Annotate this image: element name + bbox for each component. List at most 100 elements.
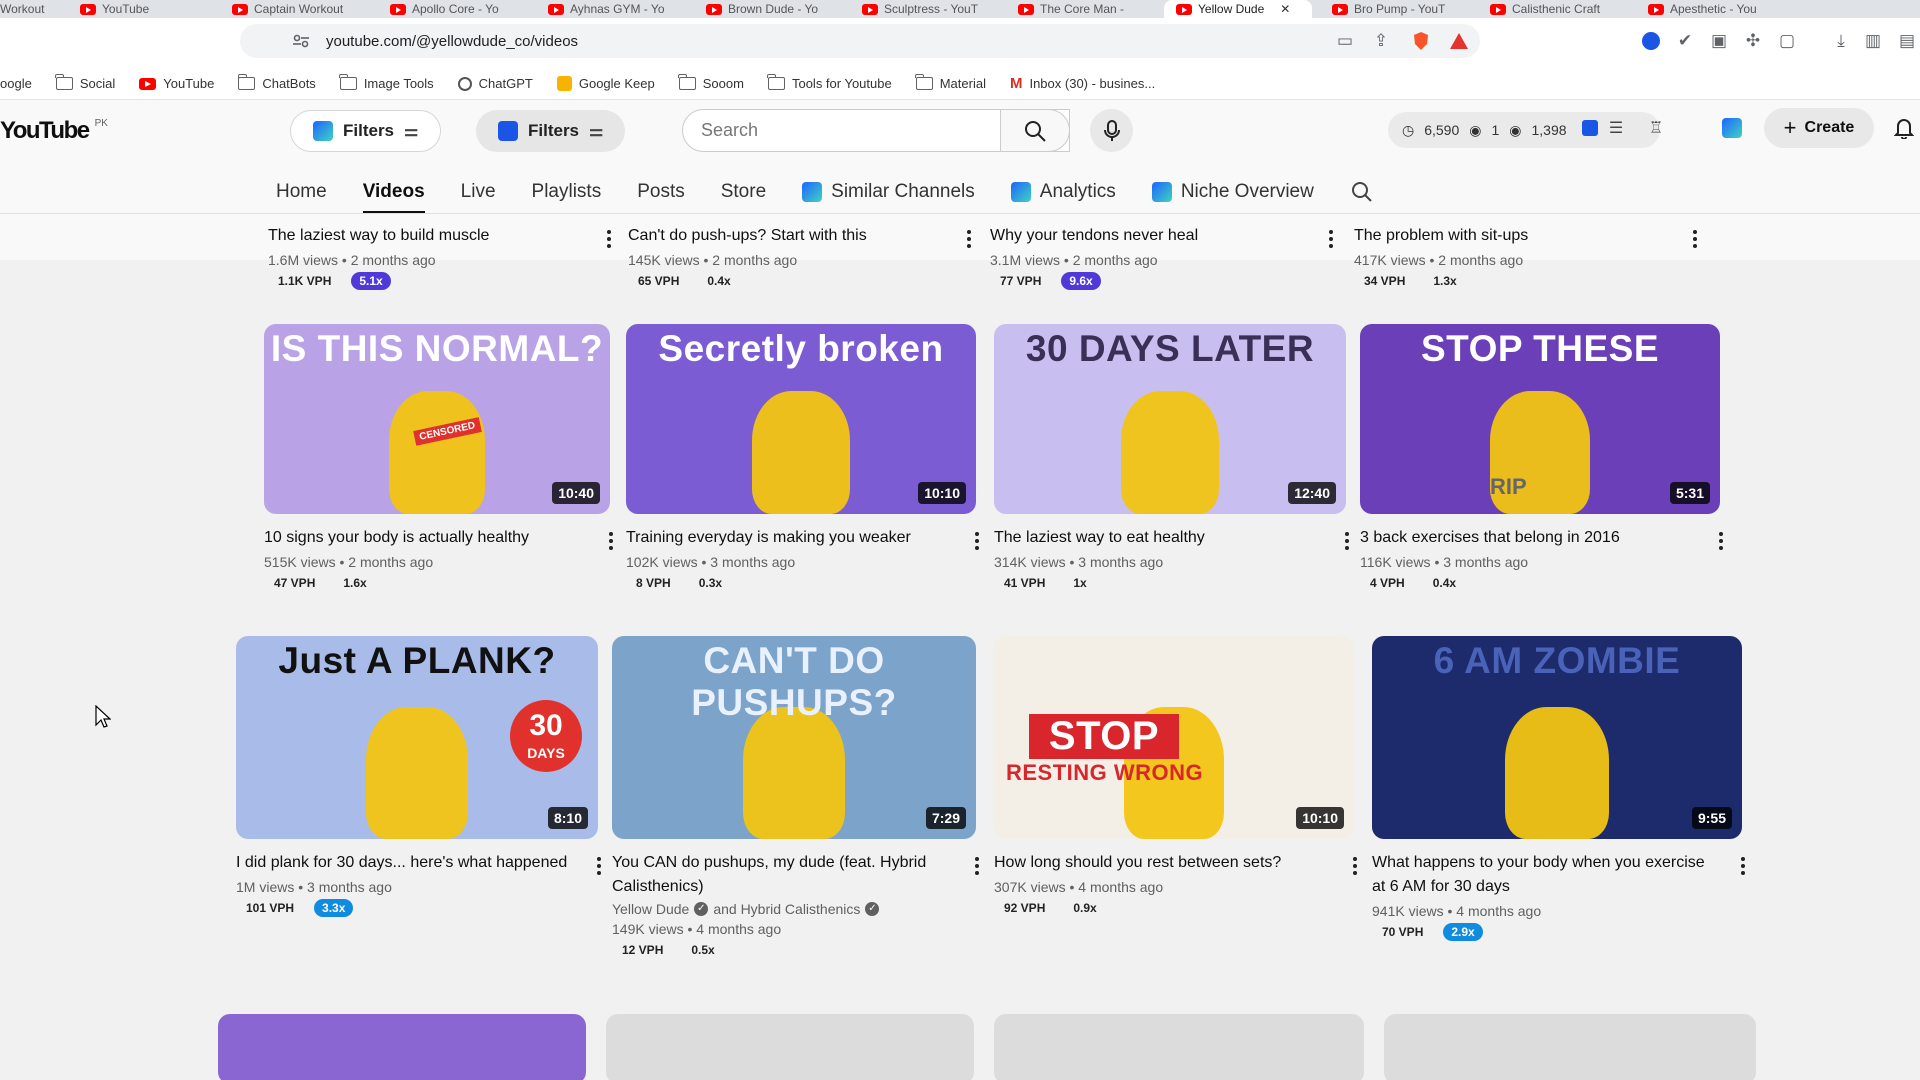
vidiq-icon[interactable] <box>1578 116 1602 140</box>
video-thumbnail[interactable]: STOP RESTING WRONG 10:10 <box>994 636 1354 839</box>
close-tab-icon[interactable]: ✕ <box>1280 2 1290 16</box>
bookmark-google-keep[interactable]: Google Keep <box>556 76 655 91</box>
browser-tab[interactable]: YouTube <box>80 0 230 18</box>
check-extension-icon[interactable]: ✔ <box>1674 30 1696 52</box>
video-thumbnail[interactable]: STOP THESE RIP 5:31 <box>1360 324 1720 514</box>
sidebar-icon[interactable]: ▥ <box>1862 30 1884 52</box>
search-button[interactable] <box>1000 109 1070 152</box>
video-card[interactable]: 6 AM ZOMBIE 9:55 What happens to your body… <box>1372 636 1756 941</box>
video-title[interactable]: 10 signs your body is actually healthy <box>264 526 624 550</box>
video-thumbnail[interactable]: Secretly broken 10:10 <box>626 324 976 514</box>
list-icon[interactable]: ☰ <box>1604 116 1628 140</box>
browser-tab[interactable]: Calisthenic Craft <box>1490 0 1640 18</box>
more-options-icon[interactable] <box>1344 532 1350 550</box>
tab-posts[interactable]: Posts <box>637 170 685 214</box>
screenshot-icon[interactable]: ▢ <box>1776 30 1798 52</box>
more-options-icon[interactable] <box>596 857 602 875</box>
video-title[interactable]: You CAN do pushups, my dude (feat. Hybri… <box>612 851 990 899</box>
more-options-icon[interactable] <box>606 230 612 248</box>
video-card[interactable]: The laziest way to build muscle 1.6M view… <box>268 212 622 290</box>
video-card[interactable]: STOP RESTING WRONG 10:10 How long should yo… <box>994 636 1368 917</box>
bookmark-google[interactable]: oogle <box>0 76 32 91</box>
video-card[interactable]: Secretly broken 10:10 Training everyday is… <box>626 324 990 592</box>
channel-name[interactable]: Yellow Dude <box>612 901 689 917</box>
brave-rewards-icon[interactable] <box>1448 30 1470 52</box>
bookmark-material[interactable]: Material <box>915 74 986 91</box>
video-thumbnail[interactable]: IS THIS NORMAL? CENSORED 10:40 <box>264 324 610 514</box>
filters-button-1[interactable]: Filters ⚌ <box>290 110 442 152</box>
bookmark-tools-for-youtube[interactable]: Tools for Youtube <box>767 74 892 91</box>
brave-shield-icon[interactable] <box>1410 30 1432 52</box>
tab-videos[interactable]: Videos <box>362 170 425 214</box>
video-card[interactable]: 30 DAYS LATER 12:40 The laziest way to eat… <box>994 324 1360 592</box>
video-title[interactable]: How long should you rest between sets? <box>994 851 1368 875</box>
video-card[interactable]: STOP THESE RIP 5:31 3 back exercises that b… <box>1360 324 1734 592</box>
extension-icon[interactable]: ▣ <box>1708 30 1730 52</box>
site-settings-icon[interactable] <box>290 30 312 52</box>
more-options-icon[interactable] <box>608 532 614 550</box>
more-options-icon[interactable] <box>974 857 980 875</box>
video-card[interactable]: IS THIS NORMAL? CENSORED 10:40 10 signs you… <box>264 324 624 592</box>
browser-tab[interactable]: Brown Dude - Yo <box>706 0 856 18</box>
tab-niche-overview[interactable]: Niche Overview <box>1151 170 1314 214</box>
more-options-icon[interactable] <box>974 532 980 550</box>
share-icon[interactable]: ⇪ <box>1370 30 1392 52</box>
browser-tab[interactable]: Captain Workout <box>232 0 382 18</box>
video-thumbnail[interactable]: 6 AM ZOMBIE 9:55 <box>1372 636 1742 839</box>
browser-tab[interactable]: The Core Man - <box>1018 0 1168 18</box>
more-options-icon[interactable] <box>1352 857 1358 875</box>
video-thumbnail[interactable]: 30 DAYS LATER 12:40 <box>994 324 1346 514</box>
download-icon[interactable]: ⤓ <box>1830 30 1852 52</box>
video-title[interactable]: I did plank for 30 days... here's what h… <box>236 851 612 875</box>
browser-tab[interactable]: Bro Pump - YouT <box>1332 0 1482 18</box>
vidiq-logo-icon[interactable] <box>1720 116 1744 140</box>
bookmark-youtube[interactable]: YouTube <box>139 76 214 91</box>
video-title[interactable]: The laziest way to build muscle <box>268 224 622 248</box>
tab-live[interactable]: Live <box>461 170 496 214</box>
browser-tab[interactable]: Sculptress - YouT <box>862 0 1012 18</box>
browser-tab[interactable]: Apollo Core - Yo <box>390 0 540 18</box>
browser-tab[interactable]: Apesthetic - You <box>1648 0 1798 18</box>
video-card[interactable]: The problem with sit-ups 417K views • 2 m… <box>1354 212 1708 290</box>
browser-tab[interactable]: Ayhnas GYM - Yo <box>548 0 698 18</box>
bookmark-sooom[interactable]: Sooom <box>678 74 744 91</box>
bookmark-chatgpt[interactable]: ChatGPT <box>457 76 533 91</box>
channel-name[interactable]: and Hybrid Calisthenics <box>713 901 860 917</box>
filters-button-2[interactable]: Filters ⚌ <box>476 110 626 152</box>
more-options-icon[interactable] <box>1328 230 1334 248</box>
address-bar[interactable]: youtube.com/@yellowdude_co/videos <box>240 24 1480 58</box>
video-title[interactable]: The laziest way to eat healthy <box>994 526 1360 550</box>
notifications-bell-icon[interactable] <box>1892 116 1916 140</box>
tab-similar-channels[interactable]: Similar Channels <box>802 170 975 214</box>
create-button[interactable]: + Create <box>1764 108 1874 148</box>
tab-home[interactable]: Home <box>276 170 327 214</box>
cast-icon[interactable]: ▭ <box>1334 30 1356 52</box>
video-title[interactable]: 3 back exercises that belong in 2016 <box>1360 526 1734 550</box>
video-title[interactable]: What happens to your body when you exerc… <box>1372 851 1756 899</box>
bookmark-gmail-inbox[interactable]: M Inbox (30) - busines... <box>1010 75 1155 92</box>
video-title[interactable]: Can't do push-ups? Start with this <box>628 224 982 248</box>
browser-tab-active[interactable]: Yellow Dude ✕ <box>1164 0 1312 18</box>
more-options-icon[interactable] <box>1692 230 1698 248</box>
video-title[interactable]: Training everyday is making you weaker <box>626 526 990 550</box>
video-card[interactable]: Can't do push-ups? Start with this 145K v… <box>628 212 982 290</box>
vidiq-extension-icon[interactable] <box>1640 30 1662 52</box>
bookmark-chatbots[interactable]: ChatBots <box>237 74 316 91</box>
video-thumbnail-loading[interactable] <box>218 1014 586 1080</box>
video-card[interactable]: Why your tendons never heal 3.1M views • … <box>990 212 1344 290</box>
video-title[interactable]: The problem with sit-ups <box>1354 224 1708 248</box>
voice-search-button[interactable] <box>1090 109 1133 152</box>
video-card[interactable]: Just A PLANK? 30 DAYS 8:10 I did plank for 3… <box>236 636 612 917</box>
more-options-icon[interactable] <box>1740 857 1746 875</box>
video-thumbnail-placeholder[interactable] <box>994 1014 1364 1080</box>
video-thumbnail[interactable]: Just A PLANK? 30 DAYS 8:10 <box>236 636 598 839</box>
youtube-logo[interactable]: YouTube PK <box>0 117 108 145</box>
tab-playlists[interactable]: Playlists <box>532 170 602 214</box>
tab-analytics[interactable]: Analytics <box>1010 170 1116 214</box>
wallet-icon[interactable]: ▤ <box>1896 30 1918 52</box>
bookmark-image-tools[interactable]: Image Tools <box>339 74 434 91</box>
channel-search-button[interactable] <box>1350 170 1374 214</box>
more-options-icon[interactable] <box>1718 532 1724 550</box>
video-card[interactable]: CAN'T DO PUSHUPS? 7:29 You CAN do pushups,… <box>612 636 990 959</box>
trophy-icon[interactable]: ♖ <box>1644 116 1668 140</box>
